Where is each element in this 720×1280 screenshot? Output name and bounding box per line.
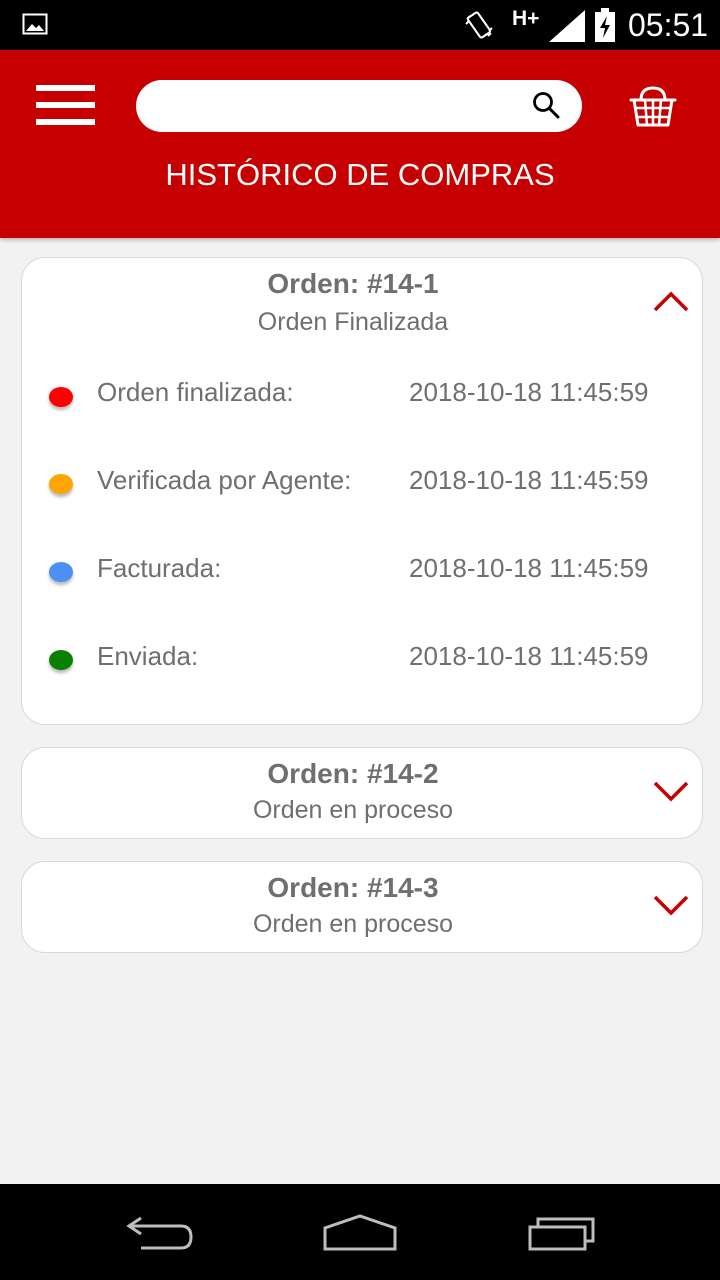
hamburger-menu-icon [36,85,95,91]
status-dot-red [49,387,73,407]
order-card-14-3[interactable]: Orden: #14-3 Orden en proceso [21,861,703,953]
timeline-label: Facturada: [97,553,222,583]
status-dot-green [49,650,73,670]
order-status: Orden Finalizada [257,308,449,336]
home-button[interactable] [300,1184,420,1280]
status-dot-orange [49,474,73,494]
timeline-label: Orden finalizada: [97,377,294,407]
page-title: HISTÓRICO DE COMPRAS [165,157,555,192]
shopping-basket-icon[interactable] [628,86,678,128]
gallery-icon [22,13,48,35]
back-button[interactable] [100,1184,220,1280]
search-input[interactable] [158,88,518,124]
search-icon[interactable] [532,91,560,119]
order-title: Orden: #14-3 [267,872,439,903]
app-bar: HISTÓRICO DE COMPRAS [0,50,720,238]
chevron-up-icon[interactable] [652,289,690,313]
signal-icon [549,10,585,42]
timeline-label: Enviada: [97,641,199,671]
timeline-time: 2018-10-18 11:45:59 [409,377,649,407]
menu-button[interactable] [36,85,95,125]
recent-apps-icon [528,1217,595,1251]
back-icon [126,1216,193,1250]
order-title: Orden: #14-2 [267,758,439,789]
battery-charging-icon [595,8,615,42]
home-icon [323,1214,397,1251]
order-status: Orden en proceso [252,910,454,938]
timeline-label: Verificada por Agente: [97,465,352,495]
timeline-time: 2018-10-18 11:45:59 [409,465,649,495]
chevron-down-icon[interactable] [652,893,690,917]
clock: 05:51 [628,7,709,43]
search-box[interactable] [136,80,582,132]
status-dot-blue [49,562,73,582]
timeline-time: 2018-10-18 11:45:59 [409,553,649,583]
network-type: H+ [512,7,540,30]
navigation-bar [0,1184,720,1280]
order-card-14-2[interactable]: Orden: #14-2 Orden en proceso [21,747,703,839]
chevron-down-icon[interactable] [652,779,690,803]
status-bar: H+ 05:51 [0,0,720,50]
vibrate-icon [465,11,493,39]
order-title: Orden: #14-1 [267,268,439,299]
recent-apps-button[interactable] [502,1184,622,1280]
order-card-14-1[interactable]: Orden: #14-1 Orden Finalizada Orden fina… [21,257,703,725]
order-status: Orden en proceso [252,796,454,824]
timeline-time: 2018-10-18 11:45:59 [409,641,649,671]
